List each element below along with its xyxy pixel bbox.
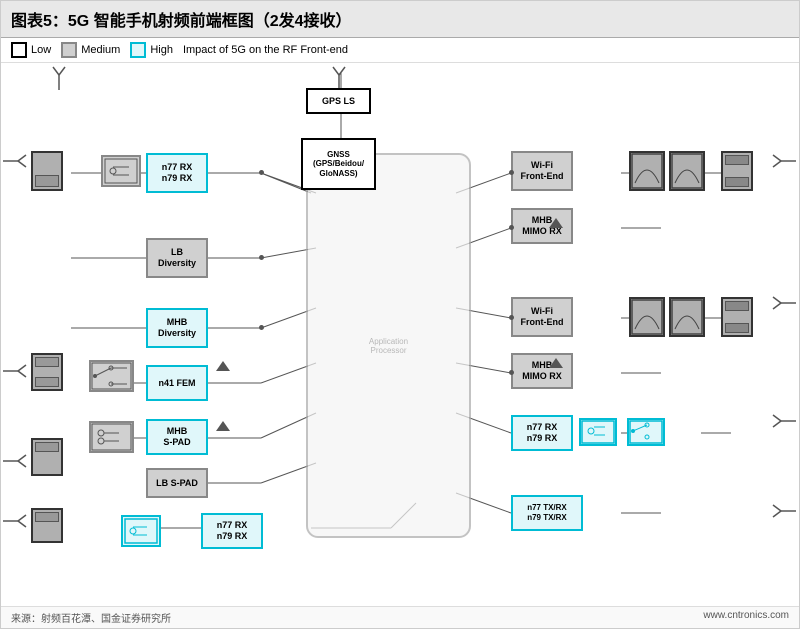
footer: 来源：射频百花潭、国金证券研究所 www.cntronics.com xyxy=(1,606,799,628)
left-pa-4 xyxy=(31,508,63,543)
footer-website: www.cntronics.com xyxy=(703,610,789,625)
switch-left-2 xyxy=(89,360,134,392)
filter-rm2 xyxy=(671,299,703,335)
header: 图表5：5G 智能手机射频前端框图（2发4接收） xyxy=(1,1,799,38)
antenna-right-2 xyxy=(771,293,796,313)
legend-high-box xyxy=(130,42,146,58)
page-wrapper: 图表5：5G 智能手机射频前端框图（2发4接收） Low Medium High… xyxy=(0,0,800,629)
switch-right-2 xyxy=(627,418,665,446)
gps-ls-block: GPS LS xyxy=(306,88,371,114)
n77-rx-top-left-block: n77 RX n79 RX xyxy=(146,153,208,193)
legend-low: Low xyxy=(11,42,51,58)
legend-medium-label: Medium xyxy=(81,44,120,56)
diagram-area: ApplicationProcessor xyxy=(1,63,799,606)
legend-low-box xyxy=(11,42,27,58)
antenna-right-3 xyxy=(771,411,796,431)
filter-r2 xyxy=(671,153,703,189)
conn-dot-4 xyxy=(509,170,514,175)
switch-left-3 xyxy=(89,421,134,453)
gnss-block: GNSS (GPS/Beidou/ GloNASS) xyxy=(301,138,376,190)
legend-low-label: Low xyxy=(31,44,51,56)
lb-spad-block: LB S-PAD xyxy=(146,468,208,498)
mhb-diversity-block: MHB Diversity xyxy=(146,308,208,348)
conn-dot-5 xyxy=(509,225,514,230)
switch-bottom-symbol xyxy=(123,517,159,545)
filter-right-mid-1 xyxy=(629,297,665,337)
legend-bar: Low Medium High Impact of 5G on the RF F… xyxy=(1,38,799,63)
tri-indicator-2 xyxy=(216,361,230,371)
switch-bottom xyxy=(121,515,161,547)
tri-indicator-4 xyxy=(549,358,563,368)
left-pa-2 xyxy=(31,353,63,391)
switch-symbol-2 xyxy=(91,362,132,390)
filter-right-mid-2 xyxy=(669,297,705,337)
mhb-mimo-rx-mid-block: MHB MIMO RX xyxy=(511,353,573,389)
conn-dot-1 xyxy=(259,170,264,175)
footer-source: 来源：射频百花潭、国金证券研究所 xyxy=(11,610,171,625)
filter-rm1 xyxy=(631,299,663,335)
conn-dot-3 xyxy=(259,325,264,330)
legend-medium-box xyxy=(61,42,77,58)
legend-impact-label: Impact of 5G on the RF Front-end xyxy=(183,44,348,56)
legend-high-label: High xyxy=(150,44,173,56)
conn-dot-7 xyxy=(509,370,514,375)
conn-dot-2 xyxy=(259,255,264,260)
antenna-left-2 xyxy=(3,361,28,381)
right-pa-2 xyxy=(721,297,753,337)
antenna-left-3 xyxy=(3,451,28,471)
lb-diversity-block: LB Diversity xyxy=(146,238,208,278)
antenna-right-1 xyxy=(771,151,796,171)
antenna-left-1 xyxy=(3,151,28,171)
switch-r2 xyxy=(629,420,663,444)
filter-right-1 xyxy=(629,151,665,191)
tri-indicator-1 xyxy=(216,421,230,431)
antenna-top-center xyxy=(329,65,349,90)
filter-left-1 xyxy=(101,155,141,187)
switch-right-1 xyxy=(579,418,617,446)
switch-r1 xyxy=(581,420,615,444)
mhb-mimo-rx-top-block: MHB MIMO RX xyxy=(511,208,573,244)
left-pa-3 xyxy=(31,438,63,476)
antenna-top-left xyxy=(49,65,69,90)
wifi-frontend-mid-block: Wi-Fi Front-End xyxy=(511,297,573,337)
switch-symbol-3 xyxy=(91,423,132,451)
legend-high: High xyxy=(130,42,173,58)
n77-rx-right-block: n77 RX n79 RX xyxy=(511,415,573,451)
filter-r1 xyxy=(631,153,663,189)
page-title: 图表5：5G 智能手机射频前端框图（2发4接收） xyxy=(11,7,789,31)
n41-fem-block: n41 FEM xyxy=(146,365,208,401)
legend-medium: Medium xyxy=(61,42,120,58)
mhb-spad-block: MHB S-PAD xyxy=(146,419,208,455)
filter-symbol-1 xyxy=(103,157,139,185)
antenna-left-4 xyxy=(3,511,28,531)
phone-outline: ApplicationProcessor xyxy=(306,153,471,538)
tri-indicator-3 xyxy=(549,218,563,228)
antenna-right-4 xyxy=(771,501,796,521)
wifi-frontend-top-block: Wi-Fi Front-End xyxy=(511,151,573,191)
left-pa-1 xyxy=(31,151,63,191)
conn-dot-6 xyxy=(509,315,514,320)
n77-txrx-block: n77 TX/RX n79 TX/RX xyxy=(511,495,583,531)
filter-right-2 xyxy=(669,151,705,191)
right-pa-1 xyxy=(721,151,753,191)
n77-rx-bottom-left-block: n77 RX n79 RX xyxy=(201,513,263,549)
